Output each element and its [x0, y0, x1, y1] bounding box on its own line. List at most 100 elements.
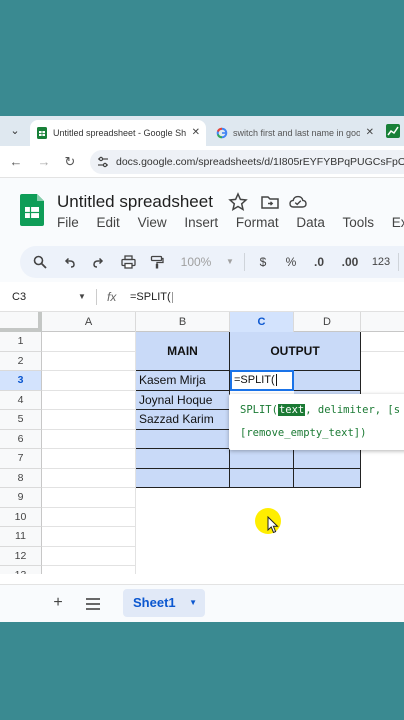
row-header-6[interactable]: 6	[0, 429, 42, 449]
close-tab-icon[interactable]: ✕	[366, 120, 374, 146]
url-field[interactable]: docs.google.com/spreadsheets/d/1I805rEYF…	[90, 150, 404, 174]
select-all-corner[interactable]	[0, 312, 42, 332]
cell-a4[interactable]	[42, 390, 136, 410]
cell-a3[interactable]	[42, 371, 136, 391]
zoom-chevron-down-icon[interactable]: ▼	[224, 246, 236, 278]
forward-arrow-icon[interactable]: →	[36, 154, 52, 170]
cell-b8[interactable]	[136, 468, 230, 488]
sheets-logo-icon[interactable]	[20, 194, 44, 226]
menu-data[interactable]: Data	[296, 215, 325, 230]
cell-a9[interactable]	[42, 488, 136, 508]
percent-format-button[interactable]: %	[282, 246, 300, 278]
spreadsheet-grid: A B C D 1 2 3 4 5 6 7 8 9 10 11 12 13	[0, 312, 404, 574]
cell-a8[interactable]	[42, 468, 136, 488]
menu-extensions[interactable]: Extens	[392, 215, 404, 230]
row-header-11[interactable]: 11	[0, 527, 42, 547]
menu-view[interactable]: View	[138, 215, 167, 230]
increase-decimal-button[interactable]: .00	[336, 246, 364, 278]
url-text: docs.google.com/spreadsheets/d/1I805rEYF…	[116, 156, 404, 168]
site-info-icon[interactable]	[96, 155, 110, 169]
row-header-8[interactable]: 8	[0, 468, 42, 488]
browser-tab-google-search[interactable]: switch first and last name in google she…	[210, 120, 380, 146]
hint-function-name: SPLIT(	[240, 404, 278, 416]
cell-c7[interactable]	[230, 449, 294, 469]
row-header-12[interactable]: 12	[0, 546, 42, 566]
cell-a1[interactable]	[42, 332, 136, 352]
cell-d8[interactable]	[294, 468, 361, 488]
row-header-5[interactable]: 5	[0, 410, 42, 430]
redo-icon[interactable]	[88, 246, 108, 278]
cell-a11[interactable]	[42, 527, 136, 547]
row-header-13[interactable]: 13	[0, 566, 42, 574]
fx-icon: fx	[107, 290, 117, 304]
name-box-chevron-down-icon[interactable]: ▼	[78, 282, 86, 312]
toolbar: 100% ▼ $ % .0 .00 123	[0, 242, 404, 282]
row-header-7[interactable]: 7	[0, 449, 42, 469]
move-folder-icon[interactable]	[260, 192, 280, 212]
cell-b3[interactable]: Kasem Mirja	[136, 371, 230, 391]
zoom-select[interactable]: 100%	[176, 246, 216, 278]
tab-search-icon[interactable]: ⌄	[6, 122, 24, 140]
number-format-button[interactable]: 123	[368, 246, 394, 278]
row-header-2[interactable]: 2	[0, 351, 42, 371]
cell-b4[interactable]: Joynal Hoque	[136, 390, 230, 410]
cell-c8[interactable]	[230, 468, 294, 488]
row-header-9[interactable]: 9	[0, 488, 42, 508]
output-header-cell[interactable]: OUTPUT	[230, 332, 361, 371]
cell-b5[interactable]: Sazzad Karim	[136, 410, 230, 430]
print-icon[interactable]	[118, 246, 138, 278]
add-sheet-button[interactable]: +	[49, 591, 67, 615]
name-box[interactable]: C3	[12, 282, 26, 312]
cell-d7[interactable]	[294, 449, 361, 469]
close-tab-icon[interactable]: ✕	[192, 120, 200, 146]
cell-a13[interactable]	[42, 566, 136, 574]
cloud-saved-icon[interactable]	[288, 192, 308, 212]
formula-hint-tooltip[interactable]: SPLIT(text, delimiter, [s [remove_empty_…	[229, 394, 404, 450]
star-icon[interactable]	[228, 192, 248, 212]
cell-a2[interactable]	[42, 351, 136, 371]
formula-input[interactable]: =SPLIT(	[130, 282, 173, 312]
row-header-4[interactable]: 4	[0, 390, 42, 410]
paint-format-icon[interactable]	[147, 246, 167, 278]
main-header-cell[interactable]: MAIN	[136, 332, 230, 371]
row-header-10[interactable]: 10	[0, 507, 42, 527]
undo-icon[interactable]	[60, 246, 80, 278]
sheet-tab-sheet1[interactable]: Sheet1 ▼	[123, 589, 205, 617]
search-menus-icon[interactable]	[30, 246, 50, 278]
menu-tools[interactable]: Tools	[342, 215, 374, 230]
cell-a5[interactable]	[42, 410, 136, 430]
menu-insert[interactable]: Insert	[184, 215, 218, 230]
menu-format[interactable]: Format	[236, 215, 279, 230]
browser-tab-sheets[interactable]: Untitled spreadsheet - Google Sheets ✕	[30, 120, 206, 146]
text-cursor	[171, 291, 173, 303]
decrease-decimal-button[interactable]: .0	[308, 246, 330, 278]
cell-a6[interactable]	[42, 429, 136, 449]
sheet-tab-chevron-down-icon[interactable]: ▼	[189, 589, 197, 617]
reload-icon[interactable]: ↻	[62, 154, 78, 170]
cell-d3[interactable]	[294, 371, 361, 391]
cell-a7[interactable]	[42, 449, 136, 469]
cell-a10[interactable]	[42, 507, 136, 527]
document-title[interactable]: Untitled spreadsheet	[57, 192, 213, 212]
menu-edit[interactable]: Edit	[97, 215, 120, 230]
currency-format-button[interactable]: $	[254, 246, 272, 278]
row-header-1[interactable]: 1	[0, 332, 42, 352]
column-header-d[interactable]: D	[294, 312, 361, 332]
sheet-tab-label: Sheet1	[133, 595, 176, 610]
analytics-favicon-icon[interactable]	[386, 124, 400, 138]
row-header-3[interactable]: 3	[0, 371, 42, 391]
active-cell-text: =SPLIT(	[234, 374, 275, 386]
cell-b6[interactable]	[136, 429, 230, 449]
column-header-b[interactable]: B	[136, 312, 230, 332]
browser-tab-strip: ⌄ Untitled spreadsheet - Google Sheets ✕…	[0, 116, 404, 146]
column-header-a[interactable]: A	[42, 312, 136, 332]
cell-e1[interactable]	[361, 332, 404, 352]
back-arrow-icon[interactable]: ←	[8, 154, 24, 170]
menu-file[interactable]: File	[57, 215, 79, 230]
active-cell-c3[interactable]: =SPLIT(	[230, 370, 294, 391]
cell-a12[interactable]	[42, 546, 136, 566]
all-sheets-menu-icon[interactable]	[84, 593, 102, 615]
column-header-c[interactable]: C	[230, 312, 294, 332]
cell-b7[interactable]	[136, 449, 230, 469]
column-headers: A B C D	[0, 312, 404, 332]
